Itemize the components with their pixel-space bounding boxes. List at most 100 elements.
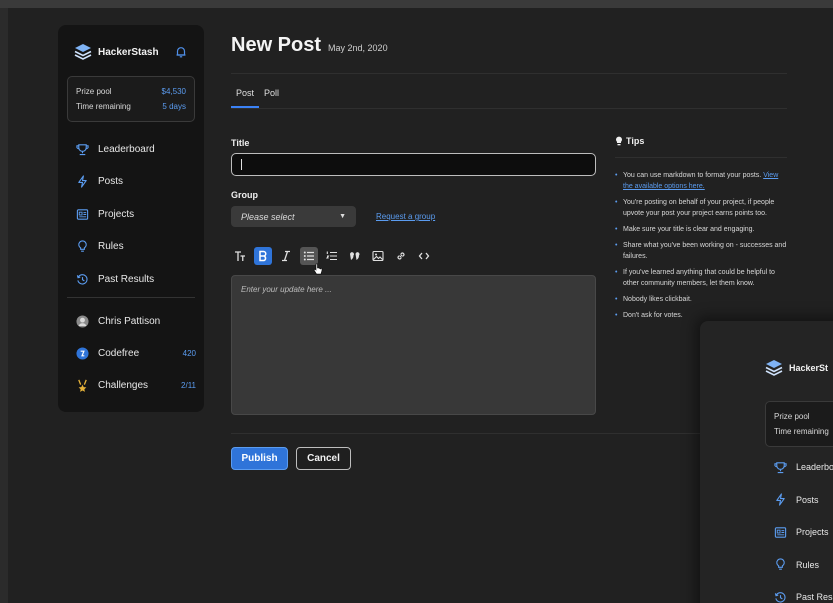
overlay-time-remaining-label: Time remaining: [774, 427, 829, 436]
title-input[interactable]: [231, 153, 596, 176]
group-select-value: Please select: [241, 211, 295, 222]
history-icon: [774, 591, 786, 603]
overlay-window: HackerSt Prize pool Time remaining Leade…: [700, 321, 833, 603]
cancel-button[interactable]: Cancel: [296, 447, 351, 470]
time-remaining-label: Time remaining: [76, 102, 131, 111]
bold-icon: [259, 250, 267, 262]
overlay-item-label: Rules: [796, 559, 820, 570]
title-label: Title: [231, 138, 250, 148]
tip-item: If you've learned anything that could be…: [615, 267, 787, 289]
sidebar-item-projects[interactable]: Projects: [76, 198, 191, 231]
post-type-tabs: Post Poll: [231, 86, 284, 108]
brand-name: HackerStash: [98, 46, 159, 58]
codefree-icon: [76, 346, 89, 360]
page-date: May 2nd, 2020: [328, 43, 388, 53]
overlay-item-label: Leaderbo: [796, 462, 833, 473]
codefree-count: 420: [182, 348, 196, 358]
image-button[interactable]: [369, 247, 387, 265]
quote-button[interactable]: [346, 247, 364, 265]
challenges-item[interactable]: Challenges 2/11: [76, 369, 196, 401]
link-button[interactable]: [392, 247, 410, 265]
projects-icon: [774, 527, 787, 538]
post-editor[interactable]: Enter your update here ...: [231, 275, 596, 415]
overlay-item-past-results[interactable]: Past Resu: [774, 581, 833, 603]
user-section: Chris Pattison Codefree 420 Challenges 2…: [76, 305, 196, 401]
tips-divider: [615, 157, 787, 158]
group-select[interactable]: Please select ▼: [231, 206, 356, 227]
tip-text: You can use markdown to format your post…: [623, 172, 764, 179]
hackerstash-logo-icon: [765, 360, 783, 376]
bolt-icon: [776, 493, 785, 506]
publish-button[interactable]: Publish: [231, 447, 288, 470]
overlay-item-projects[interactable]: Projects: [774, 516, 833, 549]
chevron-down-icon: ▼: [339, 213, 346, 220]
sidebar-item-label: Posts: [98, 176, 124, 188]
code-icon: [418, 252, 430, 260]
medal-icon: [78, 379, 87, 392]
sidebar-item-leaderboard[interactable]: Leaderboard: [76, 133, 191, 166]
bold-button[interactable]: [254, 247, 272, 265]
tip-item: Make sure your title is clear and engagi…: [615, 224, 787, 235]
overlay-prize-pool-label: Prize pool: [774, 412, 810, 421]
overlay-item-rules[interactable]: Rules: [774, 549, 833, 582]
hand-cursor-icon: [313, 263, 323, 275]
request-group-link[interactable]: Request a group: [376, 212, 435, 221]
tip-item: Don't ask for votes.: [615, 310, 787, 321]
window-top-strip: [0, 0, 833, 8]
projects-icon: [76, 209, 89, 220]
lightbulb-icon: [616, 136, 622, 146]
codefree-label: Codefree: [98, 347, 140, 359]
overlay-brand-name: HackerSt: [789, 363, 829, 373]
sidebar-item-label: Leaderboard: [98, 143, 155, 155]
time-remaining-value: 5 days: [162, 102, 186, 111]
bulb-icon: [78, 240, 87, 252]
code-button[interactable]: [415, 247, 433, 265]
tab-poll[interactable]: Poll: [259, 86, 284, 108]
trophy-icon: [76, 144, 89, 155]
tips-heading-text: Tips: [626, 136, 645, 146]
overlay-brand: HackerSt: [765, 359, 828, 377]
bulleted-list-icon: [303, 251, 314, 261]
sidebar-item-label: Projects: [98, 208, 135, 220]
tip-item: You can use markdown to format your post…: [615, 170, 787, 192]
page-header: New Post May 2nd, 2020: [231, 34, 388, 57]
sidebar: HackerStash Prize pool $4,530 Time remain…: [58, 25, 204, 412]
sidebar-item-rules[interactable]: Rules: [76, 231, 191, 264]
sidebar-divider: [67, 297, 195, 298]
prize-card: Prize pool $4,530 Time remaining 5 days: [67, 76, 195, 122]
tip-item: Share what you've been working on - succ…: [615, 240, 787, 262]
sidebar-nav: Leaderboard Posts Projects Rules Past Re…: [76, 133, 191, 296]
overlay-item-posts[interactable]: Posts: [774, 484, 833, 517]
link-icon: [397, 252, 405, 260]
group-label: Group: [231, 190, 258, 200]
italic-icon: [282, 250, 290, 262]
italic-button[interactable]: [277, 247, 295, 265]
overlay-item-label: Projects: [796, 527, 829, 538]
prize-pool-value: $4,530: [161, 87, 186, 96]
sidebar-item-posts[interactable]: Posts: [76, 166, 191, 199]
page-title: New Post: [231, 34, 322, 56]
editor-toolbar: [231, 247, 438, 265]
sidebar-item-past-results[interactable]: Past Results: [76, 263, 191, 296]
text-size-button[interactable]: [231, 247, 249, 265]
overlay-item-label: Past Resu: [796, 592, 833, 603]
brand[interactable]: HackerStash: [74, 42, 159, 62]
codefree-item[interactable]: Codefree 420: [76, 337, 196, 369]
tips-heading: Tips: [615, 136, 644, 146]
app-canvas: HackerStash Prize pool $4,530 Time remain…: [8, 8, 833, 603]
challenges-count: 2/11: [181, 380, 196, 390]
bell-icon[interactable]: [174, 45, 188, 59]
overlay-item-leaderboard[interactable]: Leaderbo: [774, 451, 833, 484]
header-divider: [231, 73, 787, 74]
tip-item: Nobody likes clickbait.: [615, 294, 787, 305]
avatar: [76, 314, 89, 328]
overlay-item-label: Posts: [796, 494, 819, 505]
text-size-icon: [235, 251, 245, 261]
tab-post[interactable]: Post: [231, 86, 260, 108]
user-profile[interactable]: Chris Pattison: [76, 305, 196, 337]
image-icon: [372, 250, 384, 262]
prize-pool-label: Prize pool: [76, 87, 112, 96]
overlay-prize-card: Prize pool Time remaining: [765, 401, 833, 447]
numbered-list-button[interactable]: [323, 247, 341, 265]
overlay-nav: Leaderbo Posts Projects Rules Past Resu: [774, 451, 833, 603]
